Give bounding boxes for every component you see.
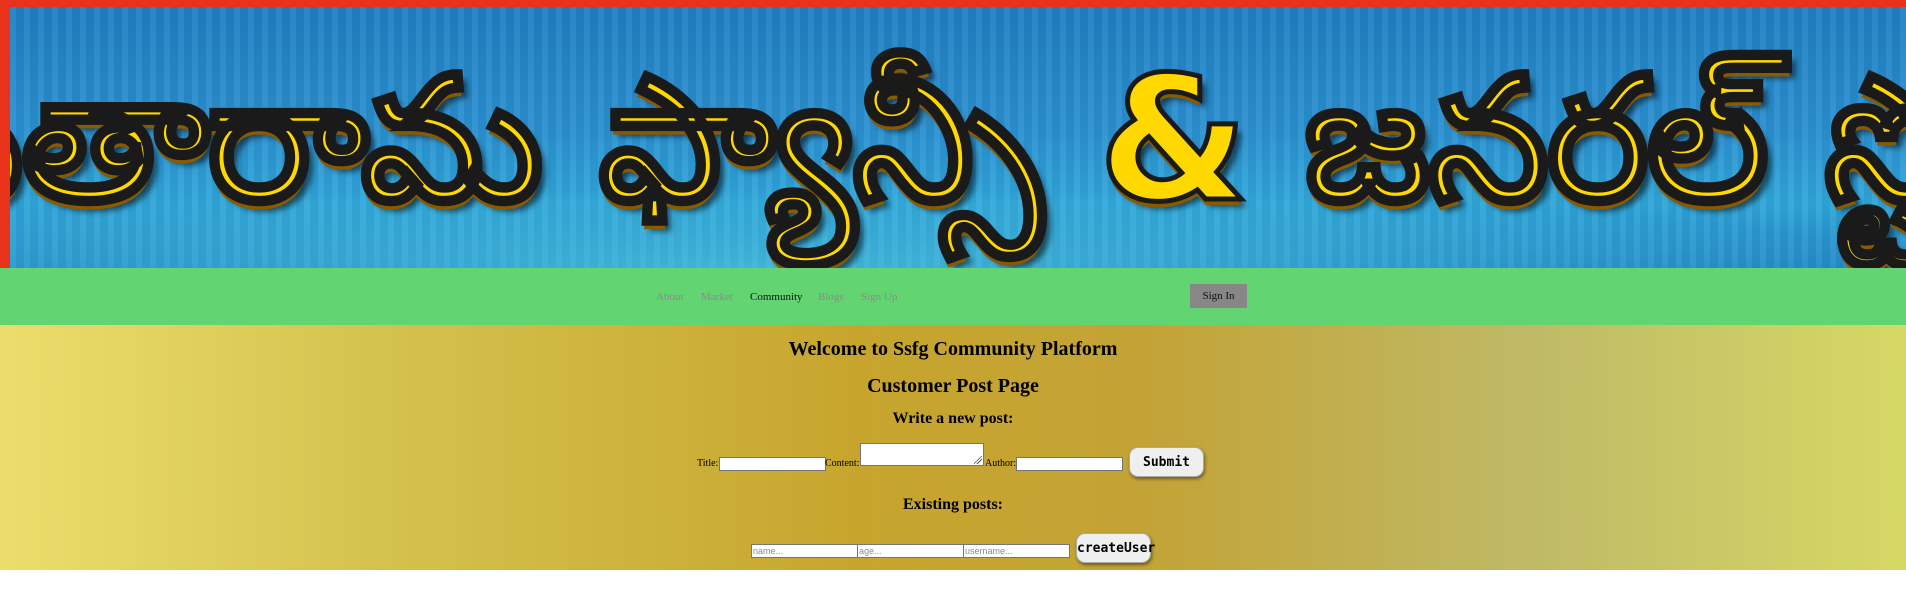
author-field[interactable] <box>1016 457 1123 471</box>
sign-in-button[interactable]: Sign In <box>1190 284 1247 308</box>
title-label: Title: <box>697 458 719 469</box>
welcome-heading: Welcome to Ssfg Community Platform <box>788 338 1118 360</box>
content-field[interactable] <box>860 443 984 466</box>
banner-image: శ్రీ సీతారామ ఫ్యాన్సీ & జనరల్ స్టోర్స్ <box>10 7 1906 268</box>
username-field[interactable] <box>963 544 1070 558</box>
nav-link-signup[interactable]: Sign Up <box>861 291 897 303</box>
banner-title: శ్రీ సీతారామ ఫ్యాన్సీ & జనరల్ స్టోర్స్ <box>10 39 1906 240</box>
age-field[interactable] <box>857 544 964 558</box>
banner: శ్రీ సీతారామ ఫ్యాన్సీ & జనరల్ స్టోర్స్ <box>0 0 1906 268</box>
name-field[interactable] <box>751 544 858 558</box>
new-post-heading: Write a new post: <box>892 410 1014 427</box>
nav-link-blogs[interactable]: Blogs <box>818 291 844 303</box>
nav-link-community[interactable]: Community <box>750 291 803 303</box>
nav-link-market[interactable]: Market <box>701 291 733 303</box>
submit-button[interactable]: Submit <box>1129 447 1204 477</box>
title-field[interactable] <box>719 457 826 471</box>
content-label: Content: <box>825 458 860 469</box>
author-label: Author: <box>985 458 1017 469</box>
community-main: Welcome to Ssfg Community Platform Custo… <box>0 325 1906 570</box>
page-title: Customer Post Page <box>867 375 1039 397</box>
navbar: About Market Community Blogs Sign Up Sig… <box>0 268 1906 325</box>
nav-link-about[interactable]: About <box>656 291 684 303</box>
create-user-button[interactable]: createUser <box>1076 533 1155 563</box>
existing-posts-heading: Existing posts: <box>902 496 1004 513</box>
